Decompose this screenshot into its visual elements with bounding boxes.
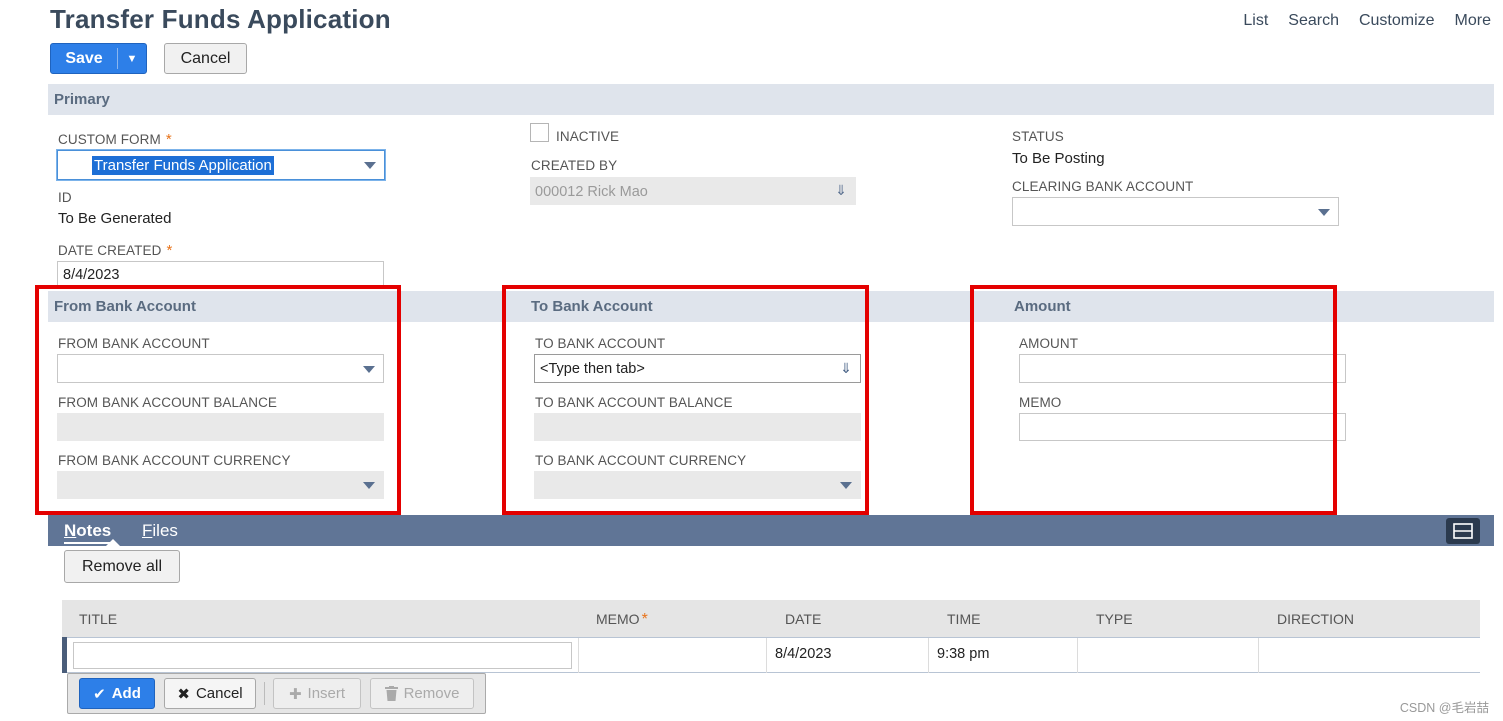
active-tab-notch	[106, 539, 120, 546]
date-created-label-text: DATE CREATED	[58, 243, 162, 258]
tab-notes-rest: otes	[76, 521, 112, 540]
custom-form-label-text: CUSTOM FORM	[58, 132, 161, 147]
tab-files-rest: iles	[152, 521, 178, 540]
date-created-value: 8/4/2023	[63, 267, 120, 283]
clearing-bank-account-label: CLEARING BANK ACCOUNT	[1012, 179, 1194, 194]
notes-table-header: TITLE MEMO * DATE TIME TYPE DIRECTION	[62, 600, 1480, 637]
action-divider	[264, 682, 265, 705]
tab-notes[interactable]: Notes	[64, 521, 112, 544]
close-icon: ✖	[177, 685, 190, 703]
primary-section-title: Primary	[54, 91, 110, 108]
status-label: STATUS	[1012, 129, 1064, 144]
clearing-bank-account-select[interactable]	[1012, 197, 1339, 226]
add-row-label: Add	[111, 685, 141, 702]
tab-files[interactable]: Files	[142, 521, 178, 541]
note-title-input[interactable]	[73, 642, 572, 669]
row-action-bar: ✔ Add ✖ Cancel ✚ Insert Remove	[67, 673, 486, 714]
remove-all-button[interactable]: Remove all	[64, 550, 180, 583]
layout-toggle-icon[interactable]	[1446, 518, 1480, 544]
more-link[interactable]: More	[1455, 12, 1491, 30]
to-bank-highlight-box	[502, 285, 869, 515]
save-button[interactable]: Save	[51, 44, 117, 73]
column-date: DATE	[785, 611, 822, 627]
cancel-button[interactable]: Cancel	[164, 43, 247, 74]
double-chevron-down-icon: ⇓	[835, 182, 847, 198]
insert-row-button[interactable]: ✚ Insert	[273, 678, 361, 709]
tab-notes-accesskey: N	[64, 521, 77, 540]
plus-icon: ✚	[288, 685, 302, 703]
created-by-value: 000012 Rick Mao	[535, 184, 648, 200]
custom-form-selected-value: Transfer Funds Application	[92, 156, 274, 175]
watermark: CSDN @毛岩喆	[1399, 701, 1489, 715]
date-created-input[interactable]: 8/4/2023	[57, 261, 384, 288]
save-button-group: Save ▼	[50, 43, 147, 74]
created-by-field: 000012 Rick Mao ⇓	[530, 177, 856, 205]
remove-row-label: Remove	[403, 685, 460, 702]
amount-highlight-box	[970, 285, 1337, 515]
page-title: Transfer Funds Application	[50, 4, 391, 34]
cancel-row-button[interactable]: ✖ Cancel	[164, 678, 256, 709]
save-dropdown-arrow-icon[interactable]: ▼	[118, 44, 146, 73]
customize-link[interactable]: Customize	[1359, 12, 1435, 30]
from-bank-highlight-box	[35, 285, 401, 515]
note-type-cell[interactable]	[1078, 638, 1258, 673]
chevron-down-icon	[364, 162, 376, 169]
note-direction-cell[interactable]	[1259, 638, 1479, 673]
inactive-label: INACTIVE	[556, 129, 620, 144]
required-marker: *	[641, 611, 648, 628]
top-links: List Search Customize More	[1243, 12, 1491, 30]
subtabs-bar: Notes Files	[48, 515, 1494, 546]
search-link[interactable]: Search	[1288, 12, 1339, 30]
column-time: TIME	[947, 611, 981, 627]
column-memo: MEMO *	[596, 611, 648, 629]
cell-divider	[766, 638, 767, 673]
add-row-button[interactable]: ✔ Add	[79, 678, 155, 709]
date-created-label: DATE CREATED *	[58, 242, 172, 259]
column-type: TYPE	[1096, 611, 1133, 627]
required-marker: *	[166, 242, 173, 259]
list-link[interactable]: List	[1243, 12, 1268, 30]
column-title: TITLE	[79, 611, 118, 627]
row-edit-accent	[62, 637, 67, 673]
created-by-label: CREATED BY	[531, 158, 618, 173]
status-value: To Be Posting	[1012, 150, 1105, 167]
custom-form-select[interactable]: Transfer Funds Application	[57, 150, 385, 180]
required-marker: *	[165, 131, 172, 148]
column-direction: DIRECTION	[1277, 611, 1354, 627]
custom-form-label: CUSTOM FORM *	[58, 131, 172, 148]
primary-section-bar: Primary	[48, 84, 1494, 115]
cancel-row-label: Cancel	[195, 685, 243, 702]
table-row: 8/4/2023 9:38 pm	[62, 637, 1480, 673]
remove-row-button[interactable]: Remove	[370, 678, 474, 709]
note-memo-cell[interactable]	[579, 638, 766, 673]
id-label: ID	[58, 190, 72, 205]
note-date-cell[interactable]: 8/4/2023	[775, 646, 831, 662]
chevron-down-icon	[1318, 208, 1330, 216]
inactive-checkbox[interactable]	[530, 123, 549, 142]
cell-divider	[928, 638, 929, 673]
note-time-cell[interactable]: 9:38 pm	[937, 646, 989, 662]
trash-icon	[384, 686, 398, 701]
id-value: To Be Generated	[58, 210, 172, 227]
tab-files-accesskey: F	[142, 521, 153, 540]
column-memo-text: MEMO	[596, 611, 640, 627]
insert-row-label: Insert	[307, 685, 346, 702]
check-icon: ✔	[93, 685, 106, 703]
